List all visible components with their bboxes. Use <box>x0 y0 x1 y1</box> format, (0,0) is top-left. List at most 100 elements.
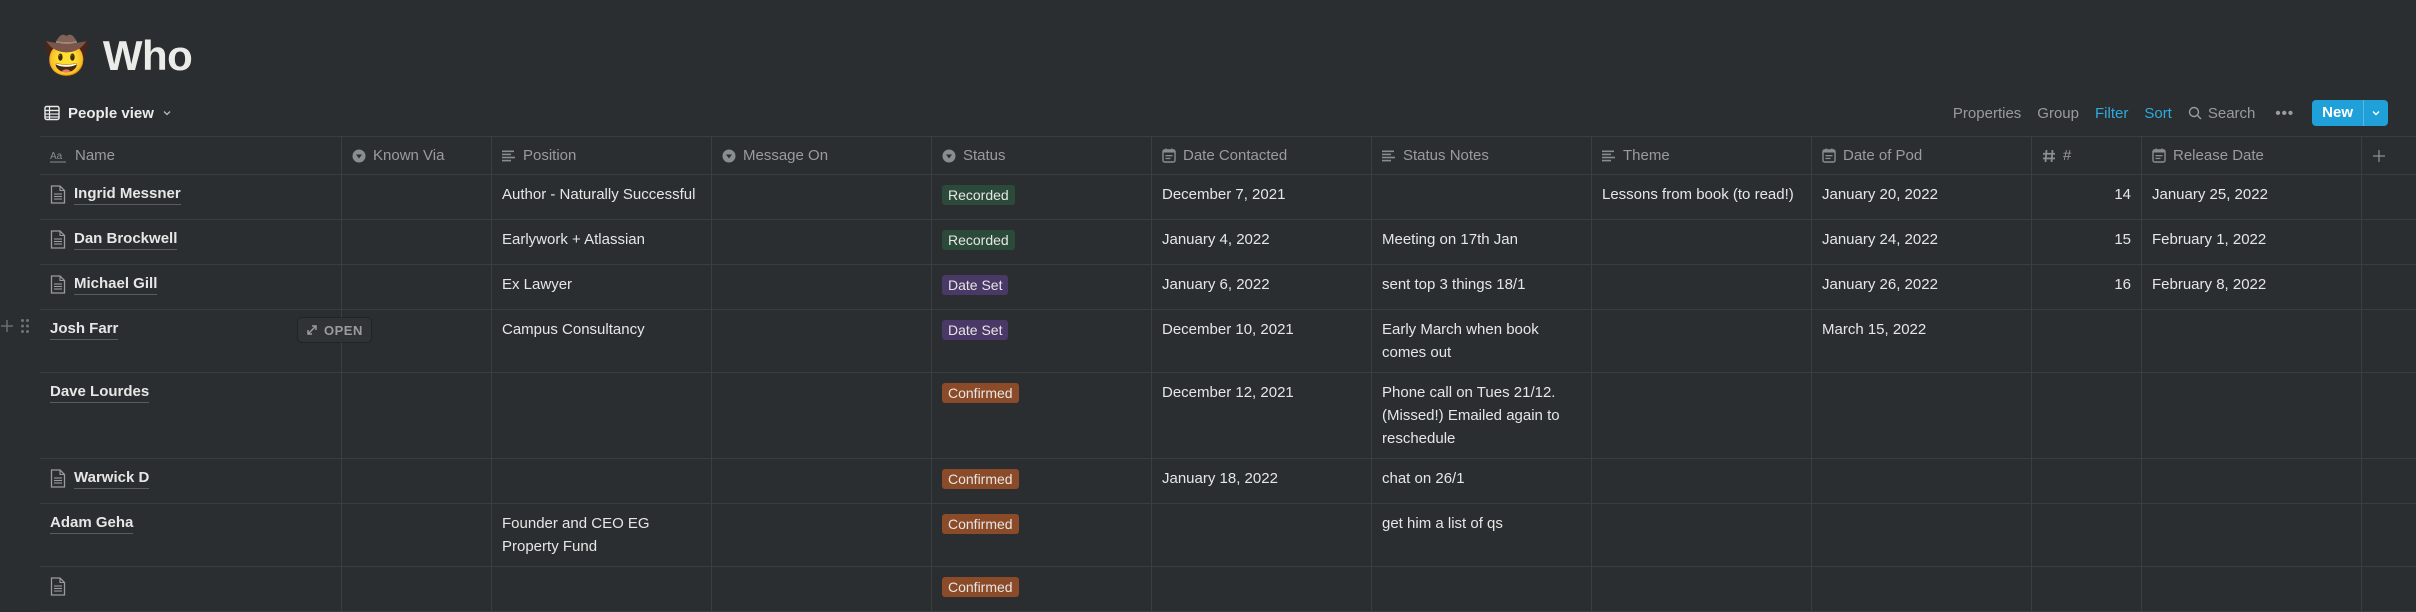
add-row-plus-icon[interactable] <box>0 319 14 333</box>
cell-release-date[interactable] <box>2142 310 2362 372</box>
cell-status-notes[interactable] <box>1372 567 1592 611</box>
cell-date-contacted[interactable]: January 4, 2022 <box>1152 220 1372 264</box>
cell-name[interactable] <box>40 567 342 611</box>
cell-status[interactable]: Confirmed <box>932 567 1152 611</box>
cell-date-of-pod[interactable]: January 26, 2022 <box>1812 265 2032 309</box>
column-header-theme[interactable]: Theme <box>1592 137 1812 174</box>
cell-num[interactable] <box>2032 504 2142 566</box>
cell-status[interactable]: Confirmed <box>932 459 1152 503</box>
cell-release-date[interactable] <box>2142 567 2362 611</box>
search-button[interactable]: Search <box>2180 105 2264 122</box>
cell-status[interactable]: Date Set <box>932 310 1152 372</box>
cell-status-notes[interactable]: Meeting on 17th Jan <box>1372 220 1592 264</box>
cell-known-via[interactable] <box>342 265 492 309</box>
cell-position[interactable]: Author - Naturally Successful <box>492 175 712 219</box>
cell-date-of-pod[interactable] <box>1812 373 2032 458</box>
cell-position[interactable]: Earlywork + Atlassian <box>492 220 712 264</box>
column-header-status[interactable]: Status <box>932 137 1152 174</box>
cell-date-contacted[interactable]: January 6, 2022 <box>1152 265 1372 309</box>
cell-position[interactable]: Ex Lawyer <box>492 265 712 309</box>
cell-release-date[interactable] <box>2142 459 2362 503</box>
cell-status-notes[interactable]: get him a list of qs <box>1372 504 1592 566</box>
cell-num[interactable] <box>2032 459 2142 503</box>
drag-handle-icon[interactable] <box>20 318 30 334</box>
cell-theme[interactable] <box>1592 459 1812 503</box>
cell-name[interactable]: Dave Lourdes <box>40 373 342 458</box>
column-header-message-on[interactable]: Message On <box>712 137 932 174</box>
cell-name[interactable]: Michael Gill <box>40 265 342 309</box>
cell-status[interactable]: Recorded <box>932 220 1152 264</box>
cell-message-on[interactable] <box>712 310 932 372</box>
cell-date-of-pod[interactable]: January 20, 2022 <box>1812 175 2032 219</box>
cell-release-date[interactable]: January 25, 2022 <box>2142 175 2362 219</box>
cell-status[interactable]: Confirmed <box>932 504 1152 566</box>
cell-date-contacted[interactable]: December 7, 2021 <box>1152 175 1372 219</box>
cell-release-date[interactable] <box>2142 504 2362 566</box>
cell-date-of-pod[interactable] <box>1812 459 2032 503</box>
cell-position[interactable]: Campus Consultancy <box>492 310 712 372</box>
cell-name[interactable]: Adam Geha <box>40 504 342 566</box>
row-name-link[interactable]: Warwick D <box>74 468 150 489</box>
cell-theme[interactable] <box>1592 373 1812 458</box>
column-header-name[interactable]: Aa Name <box>40 137 342 174</box>
cell-message-on[interactable] <box>712 373 932 458</box>
cell-release-date[interactable] <box>2142 373 2362 458</box>
page-emoji-icon[interactable]: 🤠 <box>44 38 89 74</box>
cell-known-via[interactable] <box>342 220 492 264</box>
cell-name[interactable]: Dan Brockwell <box>40 220 342 264</box>
cell-status-notes[interactable]: Phone call on Tues 21/12. (Missed!) Emai… <box>1372 373 1592 458</box>
cell-theme[interactable] <box>1592 504 1812 566</box>
row-name-link[interactable]: Josh Farr <box>50 319 119 340</box>
cell-known-via[interactable] <box>342 459 492 503</box>
cell-theme[interactable]: Lessons from book (to read!) <box>1592 175 1812 219</box>
cell-num[interactable] <box>2032 373 2142 458</box>
page-title[interactable]: Who <box>103 32 193 80</box>
new-button[interactable]: New <box>2312 100 2363 126</box>
cell-position[interactable]: Founder and CEO EG Property Fund <box>492 504 712 566</box>
cell-date-of-pod[interactable] <box>1812 567 2032 611</box>
cell-theme[interactable] <box>1592 310 1812 372</box>
column-header-position[interactable]: Position <box>492 137 712 174</box>
add-column-button[interactable] <box>2362 137 2416 174</box>
view-switcher[interactable]: People view <box>44 100 172 126</box>
row-name-link[interactable]: Ingrid Messner <box>74 184 181 205</box>
cell-status[interactable]: Recorded <box>932 175 1152 219</box>
cell-date-contacted[interactable] <box>1152 567 1372 611</box>
cell-status-notes[interactable]: chat on 26/1 <box>1372 459 1592 503</box>
cell-date-contacted[interactable]: January 18, 2022 <box>1152 459 1372 503</box>
cell-theme[interactable] <box>1592 220 1812 264</box>
cell-status-notes[interactable]: sent top 3 things 18/1 <box>1372 265 1592 309</box>
cell-known-via[interactable] <box>342 567 492 611</box>
sort-button[interactable]: Sort <box>2136 105 2180 122</box>
cell-status-notes[interactable]: Early March when book comes out <box>1372 310 1592 372</box>
cell-theme[interactable] <box>1592 567 1812 611</box>
cell-status-notes[interactable] <box>1372 175 1592 219</box>
cell-known-via[interactable] <box>342 504 492 566</box>
row-name-link[interactable]: Dan Brockwell <box>74 229 178 250</box>
column-header-date-of-pod[interactable]: Date of Pod <box>1812 137 2032 174</box>
more-options-icon[interactable]: ••• <box>2263 105 2306 122</box>
cell-num[interactable]: 15 <box>2032 220 2142 264</box>
cell-message-on[interactable] <box>712 265 932 309</box>
cell-num[interactable] <box>2032 310 2142 372</box>
column-header-num[interactable]: # <box>2032 137 2142 174</box>
cell-name[interactable]: Ingrid Messner <box>40 175 342 219</box>
group-button[interactable]: Group <box>2029 105 2087 122</box>
column-header-status-notes[interactable]: Status Notes <box>1372 137 1592 174</box>
row-name-link[interactable]: Michael Gill <box>74 274 158 295</box>
cell-date-of-pod[interactable] <box>1812 504 2032 566</box>
cell-num[interactable]: 14 <box>2032 175 2142 219</box>
cell-release-date[interactable]: February 8, 2022 <box>2142 265 2362 309</box>
row-name-link[interactable]: Dave Lourdes <box>50 382 150 403</box>
cell-message-on[interactable] <box>712 504 932 566</box>
cell-position[interactable] <box>492 373 712 458</box>
column-header-release-date[interactable]: Release Date <box>2142 137 2362 174</box>
cell-message-on[interactable] <box>712 220 932 264</box>
row-name-link[interactable]: Adam Geha <box>50 513 134 534</box>
cell-date-contacted[interactable]: December 12, 2021 <box>1152 373 1372 458</box>
cell-message-on[interactable] <box>712 459 932 503</box>
cell-release-date[interactable]: February 1, 2022 <box>2142 220 2362 264</box>
cell-status[interactable]: Confirmed <box>932 373 1152 458</box>
column-header-known-via[interactable]: Known Via <box>342 137 492 174</box>
cell-date-contacted[interactable] <box>1152 504 1372 566</box>
